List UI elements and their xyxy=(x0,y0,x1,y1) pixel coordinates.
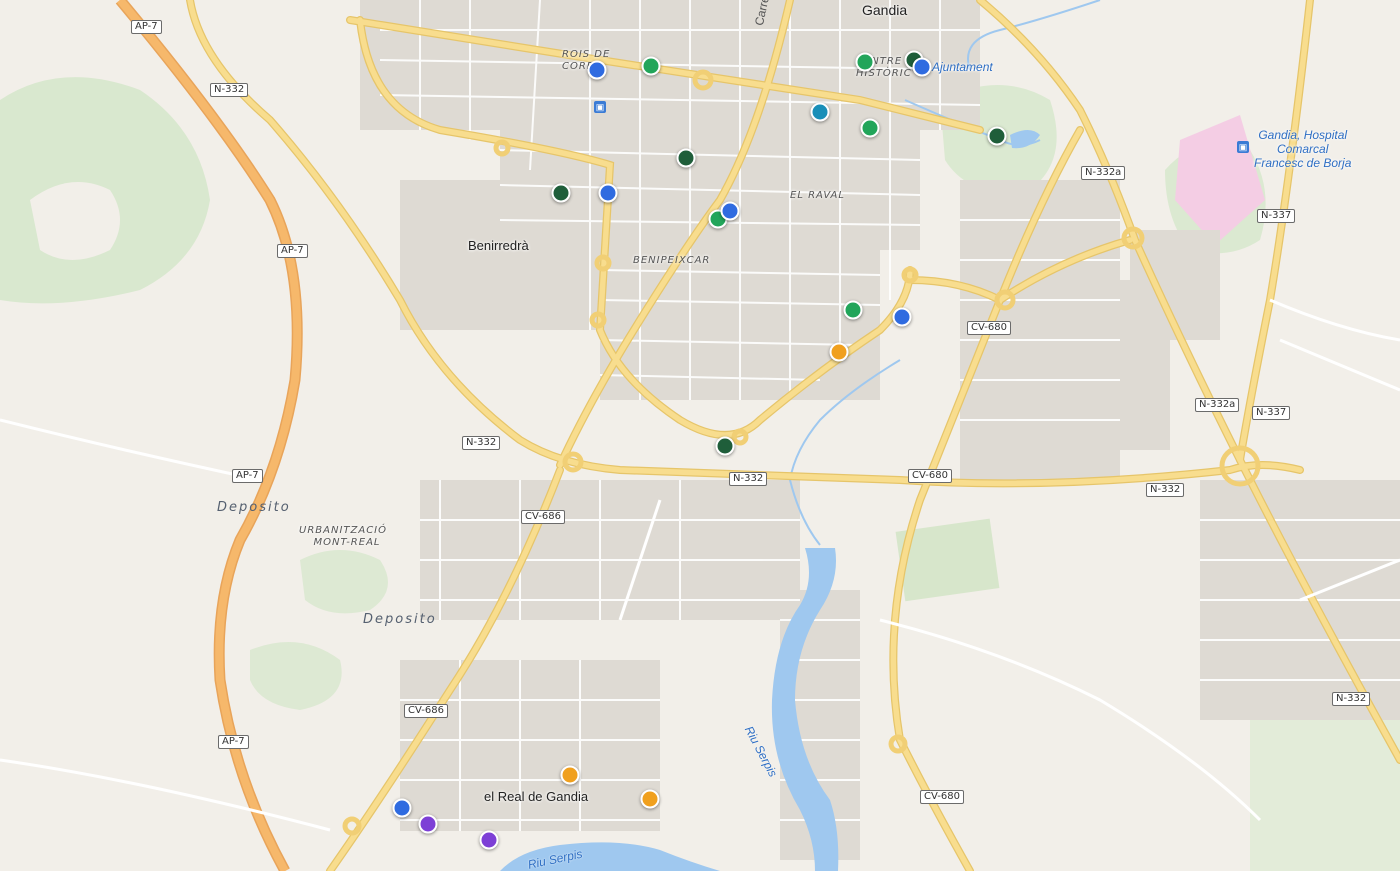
road-shield-cv686: CV-686 xyxy=(521,510,565,524)
map-marker-blue[interactable] xyxy=(720,201,740,221)
map-marker-green[interactable] xyxy=(855,52,875,72)
road-shield-n332: N-332 xyxy=(462,436,501,450)
bus-stop-icon[interactable]: ▣ xyxy=(594,101,606,113)
road-shield-n332: N-332 xyxy=(210,83,249,97)
map-canvas[interactable]: ▣ ▣ AP-7 N-332 AP-7 N-332 AP-7 N-332 CV-… xyxy=(0,0,1400,871)
map-marker-dark-green[interactable] xyxy=(715,436,735,456)
map-marker-green[interactable] xyxy=(843,300,863,320)
road-shield-cv680: CV-680 xyxy=(920,790,964,804)
road-shield-ap7: AP-7 xyxy=(277,244,308,258)
map-marker-purple[interactable] xyxy=(479,830,499,850)
map-marker-purple[interactable] xyxy=(418,814,438,834)
map-marker-green[interactable] xyxy=(641,56,661,76)
road-shield-ap7: AP-7 xyxy=(232,469,263,483)
road-shield-cv680: CV-680 xyxy=(908,469,952,483)
map-marker-orange[interactable] xyxy=(640,789,660,809)
road-shield-cv686: CV-686 xyxy=(404,704,448,718)
map-marker-blue[interactable] xyxy=(392,798,412,818)
road-shield-n337: N-337 xyxy=(1252,406,1291,420)
map-base-layer xyxy=(0,0,1400,871)
map-marker-dark-green[interactable] xyxy=(676,148,696,168)
map-marker-blue[interactable] xyxy=(912,57,932,77)
map-marker-blue[interactable] xyxy=(587,60,607,80)
road-shield-n332: N-332 xyxy=(1332,692,1371,706)
bus-stop-icon[interactable]: ▣ xyxy=(1237,141,1249,153)
map-marker-dark-green[interactable] xyxy=(551,183,571,203)
road-shield-ap7: AP-7 xyxy=(131,20,162,34)
road-shield-ap7: AP-7 xyxy=(218,735,249,749)
map-marker-blue[interactable] xyxy=(892,307,912,327)
road-shield-n332a: N-332a xyxy=(1195,398,1240,412)
road-shield-n332a: N-332a xyxy=(1081,166,1126,180)
road-shield-n337: N-337 xyxy=(1257,209,1296,223)
road-shield-n332: N-332 xyxy=(729,472,768,486)
map-marker-green[interactable] xyxy=(860,118,880,138)
map-marker-orange[interactable] xyxy=(829,342,849,362)
map-marker-blue[interactable] xyxy=(598,183,618,203)
map-marker-dark-green[interactable] xyxy=(987,126,1007,146)
road-shield-cv680: CV-680 xyxy=(967,321,1011,335)
map-marker-orange[interactable] xyxy=(560,765,580,785)
road-shield-n332: N-332 xyxy=(1146,483,1185,497)
map-marker-teal[interactable] xyxy=(810,102,830,122)
